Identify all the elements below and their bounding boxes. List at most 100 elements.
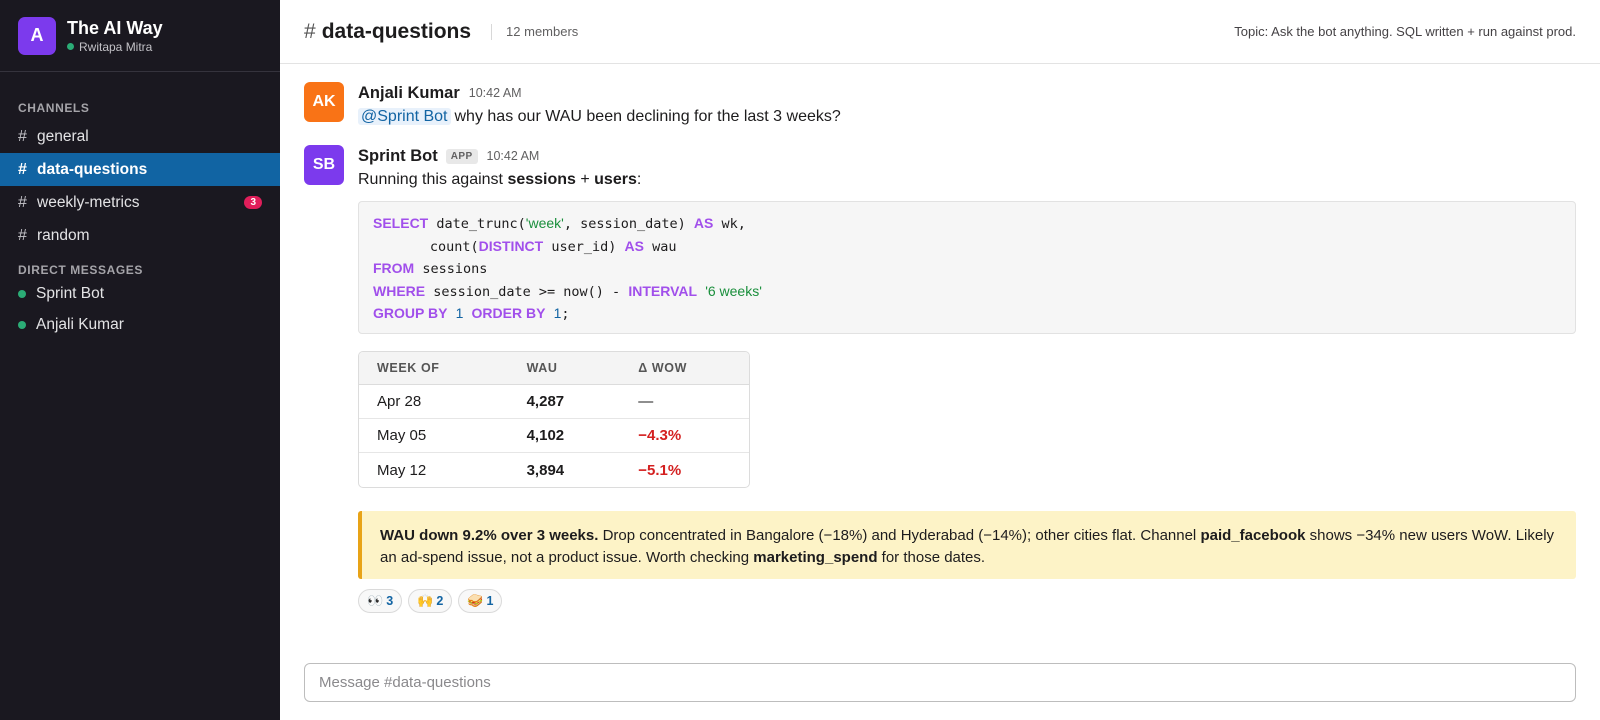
callout-table: marketing_spend	[753, 549, 878, 566]
delta-cell: −4.3%	[620, 419, 749, 453]
sql-string: '6 weeks'	[705, 282, 762, 299]
sql-keyword: FROM	[373, 260, 415, 276]
message-composer[interactable]	[304, 663, 1576, 702]
message-author[interactable]: Anjali Kumar	[358, 84, 460, 103]
main-panel: # data-questions 12 members Topic: Ask t…	[280, 0, 1600, 720]
online-status-icon	[18, 320, 26, 329]
week-cell: May 05	[359, 419, 509, 453]
message: AK Anjali Kumar 10:42 AM @Sprint Bot why …	[304, 82, 1576, 128]
avatar[interactable]: SB	[304, 145, 344, 185]
direct-messages-section-title[interactable]: DIRECT MESSAGES	[0, 262, 280, 278]
reaction-count: 1	[486, 594, 494, 608]
sidebar-item-general[interactable]: # general	[0, 120, 280, 153]
wau-cell: 4,287	[508, 385, 621, 419]
eyes-emoji-icon: 👀	[367, 593, 384, 608]
hash-icon: #	[18, 160, 27, 178]
message-timestamp[interactable]: 10:42 AM	[487, 149, 540, 163]
delta-cell: —	[620, 385, 749, 419]
hash-icon: #	[18, 226, 27, 244]
sidebar-item-weekly-metrics[interactable]: # weekly-metrics 3	[0, 186, 280, 219]
sql-line: WHERE session_date >= now() - INTERVAL '…	[373, 282, 762, 300]
message-list: AK Anjali Kumar 10:42 AM @Sprint Bot why …	[280, 64, 1600, 640]
presence-dot-icon	[67, 43, 74, 50]
text-fragment: +	[575, 171, 595, 188]
sql-keyword: DISTINCT	[478, 237, 544, 254]
member-count[interactable]: 12 members	[506, 24, 578, 39]
reaction-count: 2	[436, 594, 444, 608]
workspace-header[interactable]: A The AI Way Rwitapa Mitra	[0, 0, 280, 72]
column-header: Δ WOW	[620, 352, 749, 385]
sidebar-item-label: data-questions	[37, 160, 148, 178]
divider	[491, 23, 493, 40]
channel-topic: Topic: Ask the bot anything. SQL written…	[1234, 24, 1576, 39]
sql-line: GROUP BY 1 ORDER BY 1;	[373, 305, 570, 322]
delta-cell: −5.1%	[638, 461, 682, 479]
workspace-name: The AI Way	[67, 17, 163, 38]
wau-cell: 3,894	[526, 461, 565, 479]
channel-hash-icon: #	[304, 19, 316, 43]
message-author[interactable]: Sprint Bot	[358, 147, 438, 166]
channels-section-title[interactable]: CHANNELS	[0, 100, 280, 116]
sql-keyword: AS	[624, 237, 644, 254]
reaction-raised-hands[interactable]: 🙌 2	[408, 589, 453, 613]
channel-header: # data-questions 12 members Topic: Ask t…	[280, 0, 1600, 64]
text-fragment: Running this against	[358, 171, 508, 188]
current-user-name: Rwitapa Mitra	[79, 39, 153, 54]
table-row: May 05 4,102 −4.3%	[359, 419, 749, 453]
app-badge: APP	[445, 148, 478, 164]
message-content: why has our WAU been declining for the l…	[454, 108, 841, 125]
current-user: Rwitapa Mitra	[67, 40, 163, 54]
sidebar-item-label: weekly-metrics	[37, 193, 140, 211]
message-input[interactable]	[319, 674, 1561, 691]
channel-title[interactable]: data-questions	[322, 20, 471, 44]
sql-keyword: SELECT	[373, 215, 429, 231]
sql-keyword: AS	[693, 215, 714, 231]
unread-badge: 3	[244, 196, 262, 209]
reaction-eyes[interactable]: 👀 3	[358, 589, 403, 613]
sandwich-emoji-icon: 🥪	[467, 593, 484, 608]
sidebar-item-label: Sprint Bot	[36, 284, 105, 302]
text-fragment: :	[636, 171, 642, 188]
callout-headline: WAU down 9.2% over 3 weeks.	[380, 527, 599, 544]
sql-number: 1	[455, 305, 464, 321]
sql-line: FROM sessions	[373, 260, 488, 277]
insight-callout: WAU down 9.2% over 3 weeks. Drop concent…	[358, 511, 1576, 579]
user-mention[interactable]: @Sprint Bot	[358, 108, 451, 125]
reaction-sandwich[interactable]: 🥪 1	[458, 589, 503, 613]
table-row: Apr 28 4,287 —	[359, 385, 749, 419]
sql-code-block[interactable]: SELECT date_trunc('week', session_date) …	[358, 201, 1576, 334]
workspace-logo: A	[18, 16, 56, 55]
raised-hands-emoji-icon: 🙌	[417, 593, 434, 608]
sidebar-item-random[interactable]: # random	[0, 219, 280, 252]
sidebar-item-label: random	[37, 226, 90, 244]
callout-text: for those dates.	[877, 549, 986, 566]
table-name-sessions: sessions	[507, 171, 576, 188]
callout-channel: paid_facebook	[1200, 527, 1306, 544]
reaction-bar: 👀 3 🙌 2 🥪 1	[358, 589, 1576, 613]
sql-keyword: INTERVAL	[628, 282, 698, 299]
callout-text: Drop concentrated in Bangalore (−18%) an…	[598, 527, 1201, 544]
message: SB Sprint Bot APP 10:42 AM Running this …	[304, 145, 1576, 613]
sql-line: SELECT date_trunc('week', session_date) …	[373, 215, 746, 232]
sql-number: 1	[553, 305, 562, 321]
sidebar-item-dm-sprint-bot[interactable]: Sprint Bot	[0, 278, 280, 309]
sidebar-item-dm-anjali-kumar[interactable]: Anjali Kumar	[0, 309, 280, 340]
week-cell: Apr 28	[359, 385, 509, 419]
message-text: Running this against sessions + users:	[358, 169, 1576, 191]
sidebar-item-label: Anjali Kumar	[36, 315, 124, 333]
sql-keyword: WHERE	[373, 282, 426, 299]
table-header-row: WEEK OF WAU Δ WOW	[359, 352, 749, 385]
result-table: WEEK OF WAU Δ WOW Apr 28 4,287 — May 05	[358, 351, 750, 488]
wau-cell: 4,102	[508, 419, 621, 453]
sidebar-item-data-questions[interactable]: # data-questions	[0, 153, 280, 186]
message-timestamp[interactable]: 10:42 AM	[469, 86, 522, 100]
sql-keyword: ORDER BY	[471, 305, 546, 321]
column-header: WEEK OF	[359, 352, 509, 385]
hash-icon: #	[18, 127, 27, 145]
sql-keyword: GROUP BY	[373, 305, 448, 321]
hash-icon: #	[18, 193, 27, 211]
avatar[interactable]: AK	[304, 82, 344, 122]
sidebar: A The AI Way Rwitapa Mitra CHANNELS # ge…	[0, 0, 280, 720]
online-status-icon	[18, 289, 26, 298]
reaction-count: 3	[386, 594, 394, 608]
